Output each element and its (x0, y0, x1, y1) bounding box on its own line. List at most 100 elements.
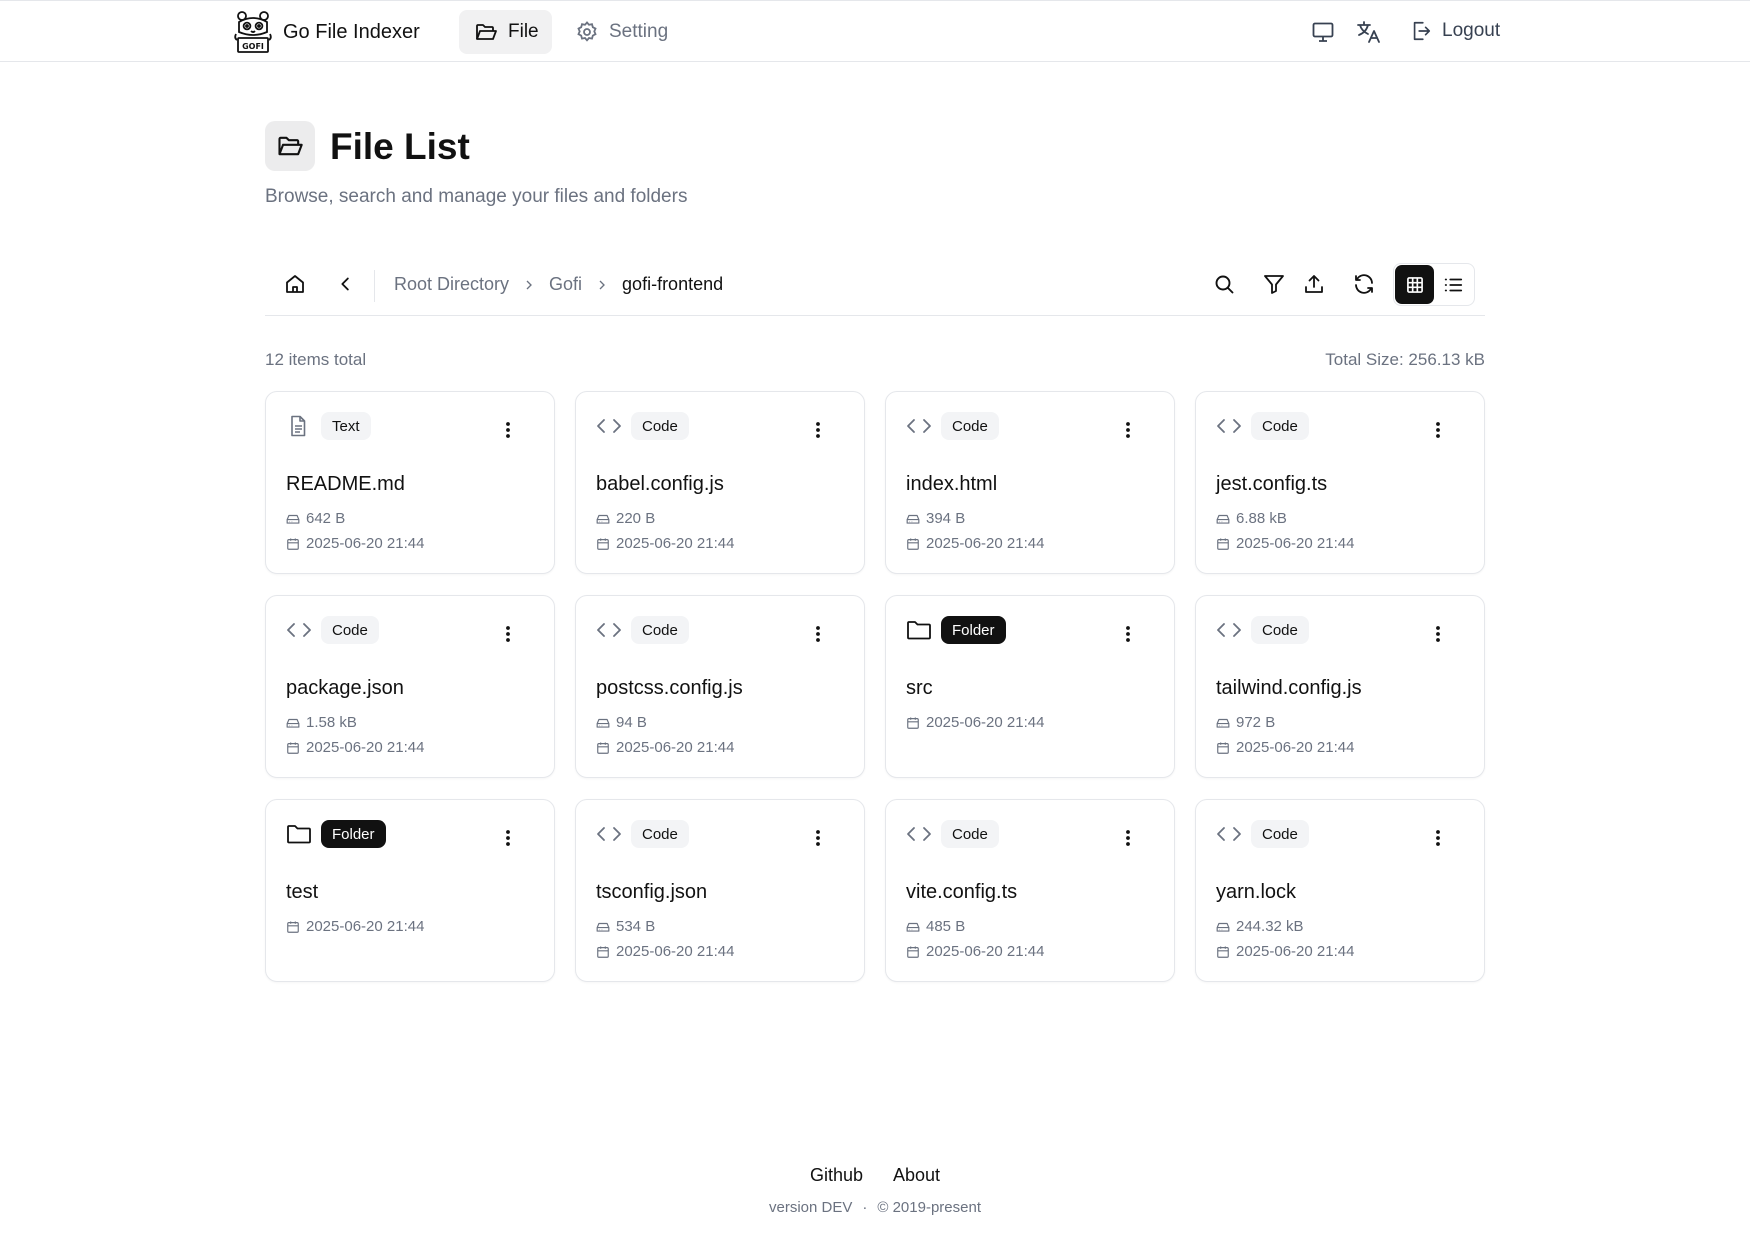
more-vertical-icon (1436, 422, 1440, 438)
file-card[interactable]: Code yarn.lock 244.32 kB 2025-06-20 21:44 (1195, 799, 1485, 982)
filter-button[interactable] (1262, 272, 1286, 296)
file-size: 972 B (1216, 714, 1275, 731)
drive-icon (286, 718, 300, 728)
file-card[interactable]: Code jest.config.ts 6.88 kB 2025-06-20 21:4… (1195, 391, 1485, 574)
file-name[interactable]: package.json (286, 677, 404, 700)
file-date: 2025-06-20 21:44 (906, 535, 1044, 552)
file-date: 2025-06-20 21:44 (596, 739, 734, 756)
file-size: 642 B (286, 510, 345, 527)
more-vertical-icon (506, 830, 510, 846)
file-name[interactable]: jest.config.ts (1216, 473, 1327, 496)
file-name[interactable]: test (286, 881, 318, 904)
refresh-icon (1355, 274, 1373, 294)
card-menu-button[interactable] (1125, 421, 1131, 439)
search-button[interactable] (1212, 272, 1236, 296)
toolbar-divider (374, 270, 375, 302)
file-size: 485 B (906, 918, 965, 935)
file-name[interactable]: yarn.lock (1216, 881, 1296, 904)
code-icon (1217, 827, 1241, 841)
breadcrumb-root[interactable]: Root Directory (394, 274, 509, 295)
file-card[interactable]: Code tailwind.config.js 972 B 2025-06-20 21… (1195, 595, 1485, 778)
back-button[interactable] (335, 273, 357, 295)
language-button[interactable] (1356, 20, 1382, 44)
file-type-icon (906, 618, 932, 642)
file-name[interactable]: src (906, 677, 933, 700)
calendar-icon (1217, 537, 1229, 550)
file-name[interactable]: babel.config.js (596, 473, 724, 496)
card-menu-button[interactable] (1125, 829, 1131, 847)
drive-icon (596, 718, 610, 728)
file-card[interactable]: Text README.md 642 B 2025-06-20 21:44 (265, 391, 555, 574)
page-subtitle: Browse, search and manage your files and… (265, 186, 688, 207)
file-size-value: 244.32 kB (1236, 918, 1304, 935)
top-navbar: GOFI Go File Indexer File Setting Logout (0, 0, 1750, 62)
card-menu-button[interactable] (815, 625, 821, 643)
view-toggle (1393, 263, 1475, 306)
file-type-badge: Code (941, 412, 999, 440)
file-card[interactable]: Code vite.config.ts 485 B 2025-06-20 21:44 (885, 799, 1175, 982)
file-card[interactable]: Code package.json 1.58 kB 2025-06-20 21:44 (265, 595, 555, 778)
file-date: 2025-06-20 21:44 (286, 739, 424, 756)
nav-file[interactable]: File (459, 10, 552, 54)
file-name[interactable]: vite.config.ts (906, 881, 1017, 904)
file-type-icon (596, 822, 622, 846)
file-date-value: 2025-06-20 21:44 (616, 739, 735, 756)
breadcrumb-gofi[interactable]: Gofi (549, 274, 582, 295)
file-type-badge: Text (321, 412, 371, 440)
back-icon (341, 277, 349, 291)
calendar-icon (1217, 945, 1229, 958)
more-vertical-icon (1126, 626, 1130, 642)
logout-button[interactable]: Logout (1410, 20, 1500, 42)
card-menu-button[interactable] (1125, 625, 1131, 643)
upload-button[interactable] (1302, 272, 1326, 296)
folder-icon (907, 621, 931, 640)
grid-view-button[interactable] (1395, 265, 1434, 304)
file-name[interactable]: index.html (906, 473, 997, 496)
file-card[interactable]: Code postcss.config.js 94 B 2025-06-20 21:4… (575, 595, 865, 778)
file-type-badge: Code (1251, 616, 1309, 644)
file-date: 2025-06-20 21:44 (286, 918, 424, 935)
file-size: 534 B (596, 918, 655, 935)
page-title: File List (330, 126, 470, 167)
calendar-icon (287, 920, 299, 933)
file-card[interactable]: Code babel.config.js 220 B 2025-06-20 21:44 (575, 391, 865, 574)
drive-icon (1216, 922, 1230, 932)
refresh-button[interactable] (1352, 272, 1376, 296)
brand[interactable]: GOFI Go File Indexer (233, 10, 420, 54)
gofi-logo: GOFI (234, 11, 272, 53)
document-icon (291, 415, 306, 437)
file-date: 2025-06-20 21:44 (596, 943, 734, 960)
home-button[interactable] (283, 272, 307, 296)
calendar-icon (287, 741, 299, 754)
file-size-value: 1.58 kB (306, 714, 357, 731)
footer-link-about[interactable]: About (893, 1165, 940, 1186)
file-card[interactable]: Code index.html 394 B 2025-06-20 21:44 (885, 391, 1175, 574)
theme-button[interactable] (1311, 20, 1335, 44)
card-menu-button[interactable] (1435, 625, 1441, 643)
card-menu-button[interactable] (505, 421, 511, 439)
card-menu-button[interactable] (1435, 829, 1441, 847)
file-name[interactable]: tailwind.config.js (1216, 677, 1362, 700)
list-view-icon (1444, 278, 1463, 292)
file-name[interactable]: tsconfig.json (596, 881, 707, 904)
card-menu-button[interactable] (505, 625, 511, 643)
file-name[interactable]: postcss.config.js (596, 677, 743, 700)
file-card[interactable]: Folder src 2025-06-20 21:44 (885, 595, 1175, 778)
card-menu-button[interactable] (815, 829, 821, 847)
file-size: 6.88 kB (1216, 510, 1287, 527)
file-name[interactable]: README.md (286, 473, 405, 496)
file-card[interactable]: Folder test 2025-06-20 21:44 (265, 799, 555, 982)
card-menu-button[interactable] (1435, 421, 1441, 439)
file-date: 2025-06-20 21:44 (906, 714, 1044, 731)
file-card[interactable]: Code tsconfig.json 534 B 2025-06-20 21:44 (575, 799, 865, 982)
nav-setting[interactable]: Setting (575, 10, 668, 54)
file-date-value: 2025-06-20 21:44 (616, 943, 735, 960)
card-menu-button[interactable] (505, 829, 511, 847)
file-date: 2025-06-20 21:44 (906, 943, 1044, 960)
code-icon (597, 623, 621, 637)
footer-link-github[interactable]: Github (810, 1165, 863, 1186)
file-date: 2025-06-20 21:44 (286, 535, 424, 552)
file-type-icon (596, 618, 622, 642)
card-menu-button[interactable] (815, 421, 821, 439)
list-view-button[interactable] (1442, 274, 1464, 296)
